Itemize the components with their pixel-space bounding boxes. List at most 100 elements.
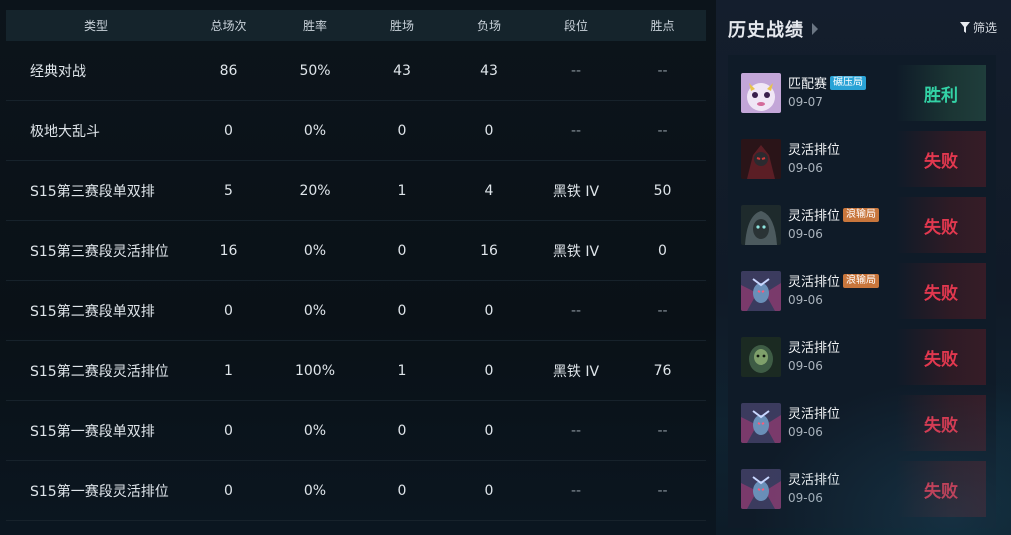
match-result: 失败	[896, 263, 986, 319]
history-title: 历史战绩	[728, 20, 804, 41]
match-item[interactable]: 灵活排位 浪输局 09-06 失败	[728, 263, 996, 319]
cell-win: 0	[397, 242, 407, 259]
match-result: 失败	[896, 329, 986, 385]
header-lp: 胜点	[650, 19, 675, 33]
cell-total: 0	[224, 122, 233, 139]
cell-rate: 0%	[303, 242, 327, 259]
stats-row: S15第二赛段单双排 0 0% 0 0 -- --	[6, 281, 706, 341]
cell-lp: --	[657, 62, 668, 79]
match-item[interactable]: 灵活排位 09-06 失败	[728, 461, 996, 517]
cell-total: 5	[224, 182, 233, 199]
match-date: 09-06	[788, 491, 823, 505]
cell-loss: 0	[484, 482, 494, 499]
stats-row: 经典对战 86 50% 43 43 -- --	[6, 41, 706, 101]
stats-row: S15第三赛段单双排 5 20% 1 4 黑铁 IV 50	[6, 161, 706, 221]
cell-rate: 0%	[303, 122, 327, 139]
cell-type: 经典对战	[30, 63, 86, 80]
cell-win: 0	[397, 122, 407, 139]
history-expand-arrow-icon[interactable]	[812, 23, 818, 35]
cell-lp: 0	[658, 242, 667, 259]
header-rate: 胜率	[302, 19, 327, 33]
cell-rate: 0%	[303, 302, 327, 319]
stats-row: S15第一赛段灵活排位 0 0% 0 0 -- --	[6, 461, 706, 521]
match-result: 失败	[896, 395, 986, 451]
match-result: 失败	[896, 461, 986, 517]
match-mode: 灵活排位	[788, 139, 840, 158]
cell-type: 极地大乱斗	[30, 123, 100, 140]
match-item[interactable]: 灵活排位 09-06 失败	[728, 131, 996, 187]
cell-tier: --	[570, 62, 582, 79]
stats-table: 类型 总场次 胜率 胜场 负场 段位 胜点 经典对战 86 50% 43 43 -- -- 极…	[6, 10, 706, 521]
dark-knight-champion-avatar	[741, 139, 781, 179]
match-result: 胜利	[896, 65, 986, 121]
cell-rate: 100%	[294, 362, 336, 379]
cell-loss: 0	[484, 422, 494, 439]
cell-loss: 16	[480, 242, 498, 259]
header-type: 类型	[83, 19, 108, 33]
cell-tier: --	[570, 302, 582, 319]
match-mode-label: 灵活排位	[788, 473, 841, 488]
match-mode-label: 匹配赛	[788, 77, 828, 92]
stats-row: 极地大乱斗 0 0% 0 0 -- --	[6, 101, 706, 161]
winged-champion-avatar	[741, 271, 781, 311]
cell-lp: --	[657, 482, 668, 499]
cell-lp: --	[657, 122, 668, 139]
match-tag-badge: 碾压局	[830, 75, 867, 90]
cell-win: 0	[397, 422, 407, 439]
match-mode-label: 灵活排位	[788, 209, 841, 224]
match-mode: 匹配赛 碾压局	[788, 73, 867, 92]
match-date: 09-06	[788, 293, 823, 307]
cell-lp: 50	[653, 182, 672, 199]
header-loss: 负场	[476, 19, 501, 33]
stats-table-header: 类型 总场次 胜率 胜场 负场 段位 胜点	[6, 10, 706, 41]
hooded-champion-avatar	[741, 205, 781, 245]
cell-rate: 0%	[303, 422, 327, 439]
green-champion-avatar	[741, 337, 781, 377]
cell-loss: 0	[484, 302, 494, 319]
match-history-list: 匹配赛 碾压局 09-07 胜利 灵活排位 09-06 失败 灵活排位 浪输局 09-06 失败 灵活…	[728, 55, 996, 528]
match-date: 09-06	[788, 161, 823, 175]
match-item[interactable]: 灵活排位 09-06 失败	[728, 329, 996, 385]
stats-row: S15第三赛段灵活排位 16 0% 0 16 黑铁 IV 0	[6, 221, 706, 281]
cell-rate: 0%	[303, 482, 327, 499]
stats-row: S15第一赛段单双排 0 0% 0 0 -- --	[6, 401, 706, 461]
cell-type: S15第一赛段单双排	[30, 423, 155, 440]
cell-win: 1	[397, 362, 407, 379]
cell-loss: 0	[484, 122, 494, 139]
funnel-icon	[959, 22, 970, 33]
match-item[interactable]: 灵活排位 浪输局 09-06 失败	[728, 197, 996, 253]
match-mode-label: 灵活排位	[788, 407, 841, 422]
match-mode-label: 灵活排位	[788, 275, 841, 290]
match-mode-label: 灵活排位	[788, 143, 841, 158]
history-panel: 历史战绩 筛选 匹配赛 碾压局 09-07 胜利 灵活排位 09-06 失败 灵活排位 浪输局 0…	[716, 0, 1011, 535]
cell-rate: 50%	[299, 62, 331, 79]
cell-tier: 黑铁 IV	[552, 363, 600, 380]
match-stats-page: 类型 总场次 胜率 胜场 负场 段位 胜点 经典对战 86 50% 43 43 -- -- 极…	[0, 0, 1011, 535]
match-date: 09-06	[788, 425, 823, 439]
cell-type: S15第二赛段灵活排位	[30, 363, 169, 380]
match-tag-badge: 浪输局	[843, 207, 880, 222]
cell-win: 1	[397, 182, 407, 199]
filter-button[interactable]: 筛选	[959, 19, 997, 36]
cell-total: 86	[219, 62, 238, 79]
match-mode: 灵活排位	[788, 403, 840, 422]
cell-type: S15第一赛段灵活排位	[30, 483, 169, 500]
stats-row: S15第二赛段灵活排位 1 100% 1 0 黑铁 IV 76	[6, 341, 706, 401]
match-item[interactable]: 匹配赛 碾压局 09-07 胜利	[728, 65, 996, 121]
match-result: 失败	[896, 197, 986, 253]
match-mode: 灵活排位	[788, 469, 840, 488]
cell-tier: 黑铁 IV	[552, 243, 600, 260]
match-item[interactable]: 灵活排位 09-06 失败	[728, 395, 996, 451]
cell-win: 0	[397, 302, 407, 319]
winged-champion-avatar	[741, 469, 781, 509]
header-win: 胜场	[389, 19, 414, 33]
match-mode: 灵活排位 浪输局	[788, 205, 880, 224]
match-result: 失败	[896, 131, 986, 187]
cell-total: 0	[224, 302, 233, 319]
match-date: 09-06	[788, 227, 823, 241]
cell-win: 43	[393, 62, 411, 79]
cell-total: 1	[224, 362, 233, 379]
cell-loss: 43	[480, 62, 498, 79]
cell-loss: 0	[484, 362, 494, 379]
winged-champion-avatar	[741, 403, 781, 443]
